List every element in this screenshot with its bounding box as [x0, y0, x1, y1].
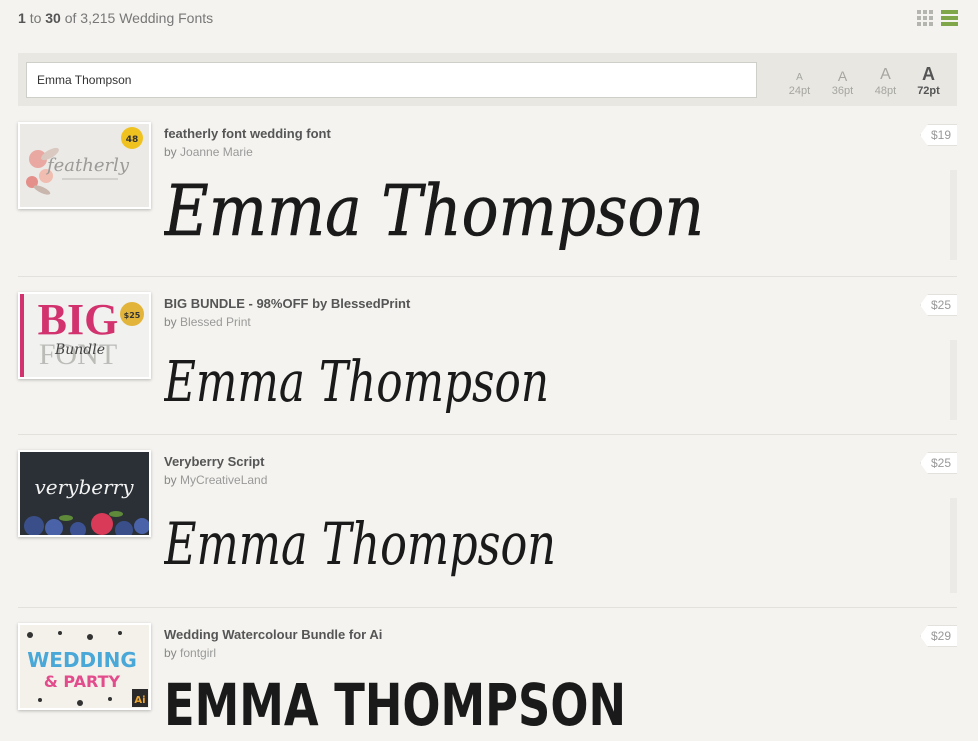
font-thumbnail[interactable]: veryberry [18, 450, 151, 537]
font-row: WEDDING & PARTY Ai Wedding Watercolour B… [18, 619, 957, 741]
thumb-badge-text: $25 [124, 311, 141, 320]
size-48pt-icon: A [880, 66, 891, 83]
thumb-script-text: Bundle [54, 342, 105, 358]
font-preview-text: Emma Thompson [164, 510, 556, 578]
price-tag[interactable]: $19 [919, 124, 957, 146]
results-count: 1 to 30 of 3,215 Wedding Fonts [18, 10, 213, 26]
thumb-subtitle-text: & PARTY [44, 672, 121, 691]
size-24pt-label: 24pt [788, 85, 811, 97]
font-title[interactable]: featherly font wedding font [164, 126, 331, 141]
font-row: featherly 48 featherly font wedding font… [18, 118, 957, 277]
view-toggle [917, 10, 958, 26]
thumb-badge-text: Ai [134, 695, 145, 706]
size-48pt[interactable]: A 48pt [864, 63, 907, 98]
size-36pt-label: 36pt [831, 85, 854, 97]
font-byline: by Blessed Print [164, 315, 251, 329]
by-label: by [164, 473, 177, 487]
font-thumbnail[interactable]: featherly 48 [18, 122, 151, 209]
size-72pt-label: 72pt [917, 85, 940, 97]
grid-view-icon[interactable] [917, 10, 933, 26]
by-label: by [164, 315, 177, 329]
thumb-badge-text: 48 [126, 135, 139, 145]
scroll-handle[interactable] [950, 340, 957, 420]
size-24pt[interactable]: A 24pt [778, 63, 821, 98]
size-selector: A 24pt A 36pt A 48pt A 72pt [778, 63, 950, 97]
preview-text-input[interactable] [26, 62, 757, 98]
price-tag[interactable]: $29 [919, 625, 957, 647]
results-to: to [29, 10, 42, 26]
price-tag[interactable]: $25 [919, 452, 957, 474]
thumb-title-text: veryberry [34, 475, 134, 499]
by-label: by [164, 646, 177, 660]
font-byline: by fontgirl [164, 646, 216, 660]
font-preview-text: Emma Thompson [164, 350, 549, 415]
font-author[interactable]: Blessed Print [180, 315, 251, 329]
scroll-handle[interactable] [950, 498, 957, 593]
thumb-title-text: featherly [45, 155, 130, 176]
size-72pt[interactable]: A 72pt [907, 63, 950, 97]
thumb-title-text: WEDDING [27, 648, 137, 672]
font-title[interactable]: Veryberry Script [164, 454, 264, 469]
font-preview[interactable]: Emma Thompson [164, 496, 764, 596]
scroll-handle[interactable] [950, 170, 957, 260]
size-36pt-icon: A [837, 68, 848, 84]
font-author[interactable]: fontgirl [180, 646, 216, 660]
font-title[interactable]: BIG BUNDLE - 98%OFF by BlessedPrint [164, 296, 410, 311]
price-tag[interactable]: $25 [919, 294, 957, 316]
size-24pt-icon: A [796, 72, 803, 83]
font-thumbnail[interactable]: BIG FONT Bundle $25 [18, 292, 151, 379]
results-total: of 3,215 Wedding Fonts [64, 10, 214, 26]
font-row: veryberry Veryberry Script by MyCreative… [18, 446, 957, 608]
font-preview-text: EMMA THOMPSON [164, 671, 626, 739]
size-48pt-label: 48pt [874, 85, 897, 97]
font-author[interactable]: MyCreativeLand [180, 473, 267, 487]
font-row: BIG FONT Bundle $25 BIG BUNDLE - 98%OFF … [18, 288, 957, 435]
by-label: by [164, 145, 177, 159]
font-author[interactable]: Joanne Marie [180, 145, 253, 159]
font-byline: by Joanne Marie [164, 145, 253, 159]
font-preview-text: Emma Thompson [164, 170, 704, 252]
size-72pt-icon: A [922, 64, 935, 84]
font-preview[interactable]: Emma Thompson [164, 163, 764, 263]
font-title[interactable]: Wedding Watercolour Bundle for Ai [164, 627, 382, 642]
size-36pt[interactable]: A 36pt [821, 63, 864, 97]
font-preview[interactable]: EMMA THOMPSON [164, 667, 764, 739]
font-byline: by MyCreativeLand [164, 473, 267, 487]
font-thumbnail[interactable]: WEDDING & PARTY Ai [18, 623, 151, 710]
results-end: 30 [45, 10, 61, 26]
results-start: 1 [18, 10, 26, 26]
preview-toolbar: A 24pt A 36pt A 48pt A 72pt [18, 53, 957, 106]
font-preview[interactable]: Emma Thompson [164, 336, 764, 426]
thumb-title-text: BIG [38, 295, 119, 344]
list-view-icon[interactable] [941, 10, 958, 26]
